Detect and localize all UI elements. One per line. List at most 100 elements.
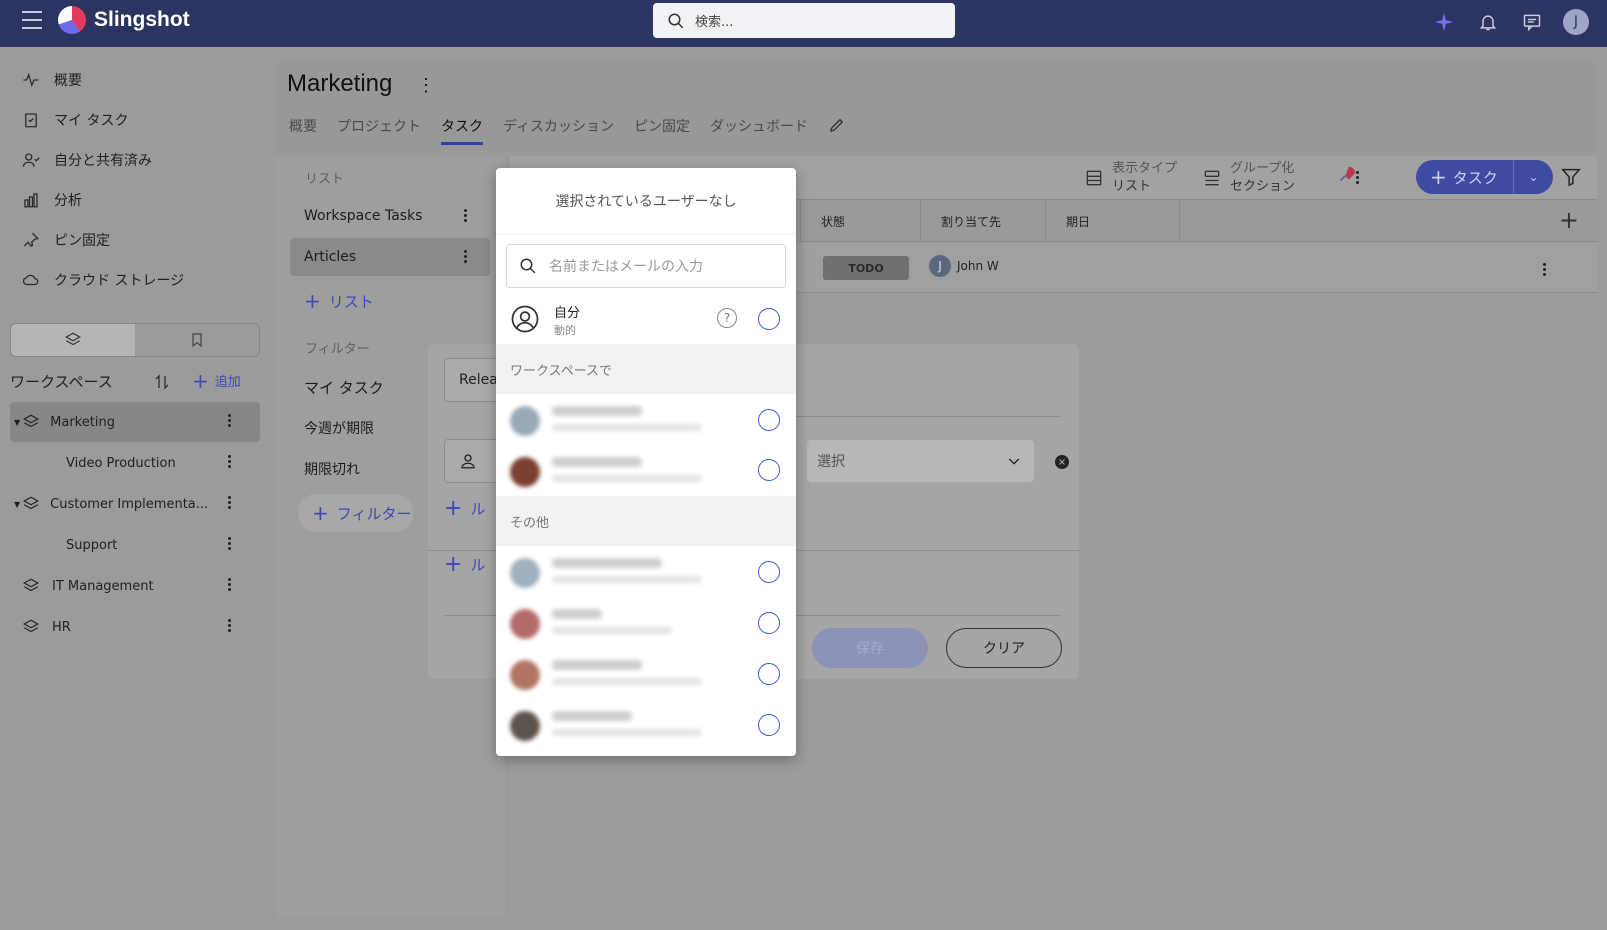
user-option[interactable] [496,394,796,445]
blurred-name [552,609,602,619]
tab-pinned[interactable]: ピン固定 [634,116,690,145]
workspace-item-marketing[interactable]: ▼ Marketing [10,402,260,442]
user-search-input[interactable]: 名前またはメールの入力 [506,244,786,288]
kebab-menu-icon[interactable] [228,455,232,468]
user-option[interactable] [496,648,796,699]
group-by-selector[interactable]: グループ化 セクション [1202,160,1295,196]
layers-icon [23,414,40,428]
user-avatar-blurred [510,609,540,639]
group-icon [1204,170,1220,186]
clear-button[interactable]: クリア [946,628,1062,668]
user-avatar-blurred [510,711,540,741]
bar-chart-icon [24,193,38,208]
view-type-selector[interactable]: 表示タイプ リスト [1084,160,1177,196]
select-placeholder: 選択 [817,454,845,470]
save-button[interactable]: 保存 [812,628,928,668]
tab-dashboard[interactable]: ダッシュボード [710,116,808,145]
list-item-articles[interactable]: Articles [290,238,490,276]
value-select[interactable]: 選択 [807,440,1034,482]
assignee-chip[interactable]: J John W [929,255,999,277]
kebab-menu-icon[interactable] [228,537,232,550]
workspace-label: Video Production [66,455,176,471]
kebab-menu-icon[interactable] [228,414,232,427]
kebab-menu-icon[interactable] [228,619,232,632]
slingshot-logo-icon [58,6,86,34]
add-list-button[interactable]: + リスト [290,282,490,320]
title-kebab-icon[interactable]: ⋮ [417,75,435,95]
radio-button[interactable] [758,308,780,330]
radio-button[interactable] [758,459,780,481]
workspace-item-video-production[interactable]: Video Production [10,443,260,483]
hamburger-menu-icon[interactable] [22,11,42,29]
sort-icon[interactable] [153,373,171,391]
blurred-name [552,558,662,568]
chevron-down-icon[interactable]: ⌄ [1513,160,1553,194]
user-option[interactable] [496,699,796,750]
bookmarks-toggle[interactable] [135,324,259,356]
user-option-self[interactable]: 自分 動的 ? [496,294,796,344]
app-logo[interactable]: Slingshot [58,6,190,34]
remove-condition-icon[interactable]: × [1055,455,1069,469]
radio-button[interactable] [758,612,780,634]
nav-item-cloud-storage[interactable]: クラウド ストレージ [22,270,184,290]
toolbar-kebab-icon[interactable] [1356,171,1360,184]
radio-button[interactable] [758,663,780,685]
user-avatar-blurred [510,660,540,690]
filter-funnel-icon[interactable] [1560,166,1582,192]
list-item-workspace-tasks[interactable]: Workspace Tasks [290,197,490,235]
workspace-item-it-management[interactable]: IT Management [10,566,260,606]
tab-discussions[interactable]: ディスカッション [503,116,614,145]
nav-label: 自分と共有済み [54,153,152,169]
caret-down-icon: ▼ [14,417,21,427]
kebab-menu-icon[interactable] [228,578,232,591]
page-title: Marketing ⋮ [287,70,435,98]
column-status[interactable]: 状態 [800,200,920,242]
add-column-plus-icon[interactable]: + [1559,206,1579,234]
user-avatar[interactable]: J [1563,9,1589,35]
row-kebab-icon[interactable] [1543,263,1547,276]
clipboard-check-icon [25,113,37,128]
nav-item-analytics[interactable]: 分析 [22,190,82,210]
workspace-item-hr[interactable]: HR [10,607,260,647]
plus-icon: + [312,501,329,525]
kebab-menu-icon[interactable] [464,250,468,263]
workspace-item-customer-implementation[interactable]: ▼ Customer Implementa... [10,484,260,524]
tab-overview[interactable]: 概要 [289,116,317,145]
column-assignee[interactable]: 割り当て先 [920,200,1045,242]
lists-header: リスト [305,172,345,187]
global-search-input[interactable]: 検索... [653,3,955,38]
workspace-label: HR [52,619,71,635]
nav-item-pinned[interactable]: ピン固定 [22,230,110,250]
pin-icon [23,232,40,247]
radio-button[interactable] [758,561,780,583]
rocket-icon[interactable] [1336,164,1358,190]
add-task-button[interactable]: + タスク ⌄ [1416,160,1553,194]
blurred-name [552,660,642,670]
nav-item-overview[interactable]: 概要 [22,70,82,90]
add-group-rule-button[interactable]: + ル [444,552,485,577]
column-due-date[interactable]: 期日 [1045,200,1180,242]
radio-button[interactable] [758,714,780,736]
kebab-menu-icon[interactable] [228,496,232,509]
user-option[interactable] [496,445,796,496]
status-badge[interactable]: TODO [823,256,909,280]
radio-button[interactable] [758,409,780,431]
workspaces-toggle[interactable] [11,324,135,356]
edit-pencil-icon[interactable] [828,116,846,134]
layers-icon [23,619,39,633]
chat-icon[interactable] [1519,9,1545,35]
add-rule-button[interactable]: + ル [444,496,485,521]
workspace-item-support[interactable]: Support [10,525,260,565]
tab-projects[interactable]: プロジェクト [337,116,421,145]
nav-item-shared-with-me[interactable]: 自分と共有済み [22,150,152,170]
help-icon[interactable]: ? [717,308,737,328]
add-workspace-button[interactable]: + 追加 [192,371,241,391]
sparkle-ai-icon[interactable] [1431,9,1457,35]
bell-icon[interactable] [1475,9,1501,35]
add-filter-button[interactable]: + フィルター [298,494,413,532]
user-option[interactable] [496,597,796,648]
kebab-menu-icon[interactable] [464,209,468,222]
tab-tasks[interactable]: タスク [441,116,483,145]
user-option[interactable] [496,546,796,597]
nav-item-my-tasks[interactable]: マイ タスク [22,110,128,130]
